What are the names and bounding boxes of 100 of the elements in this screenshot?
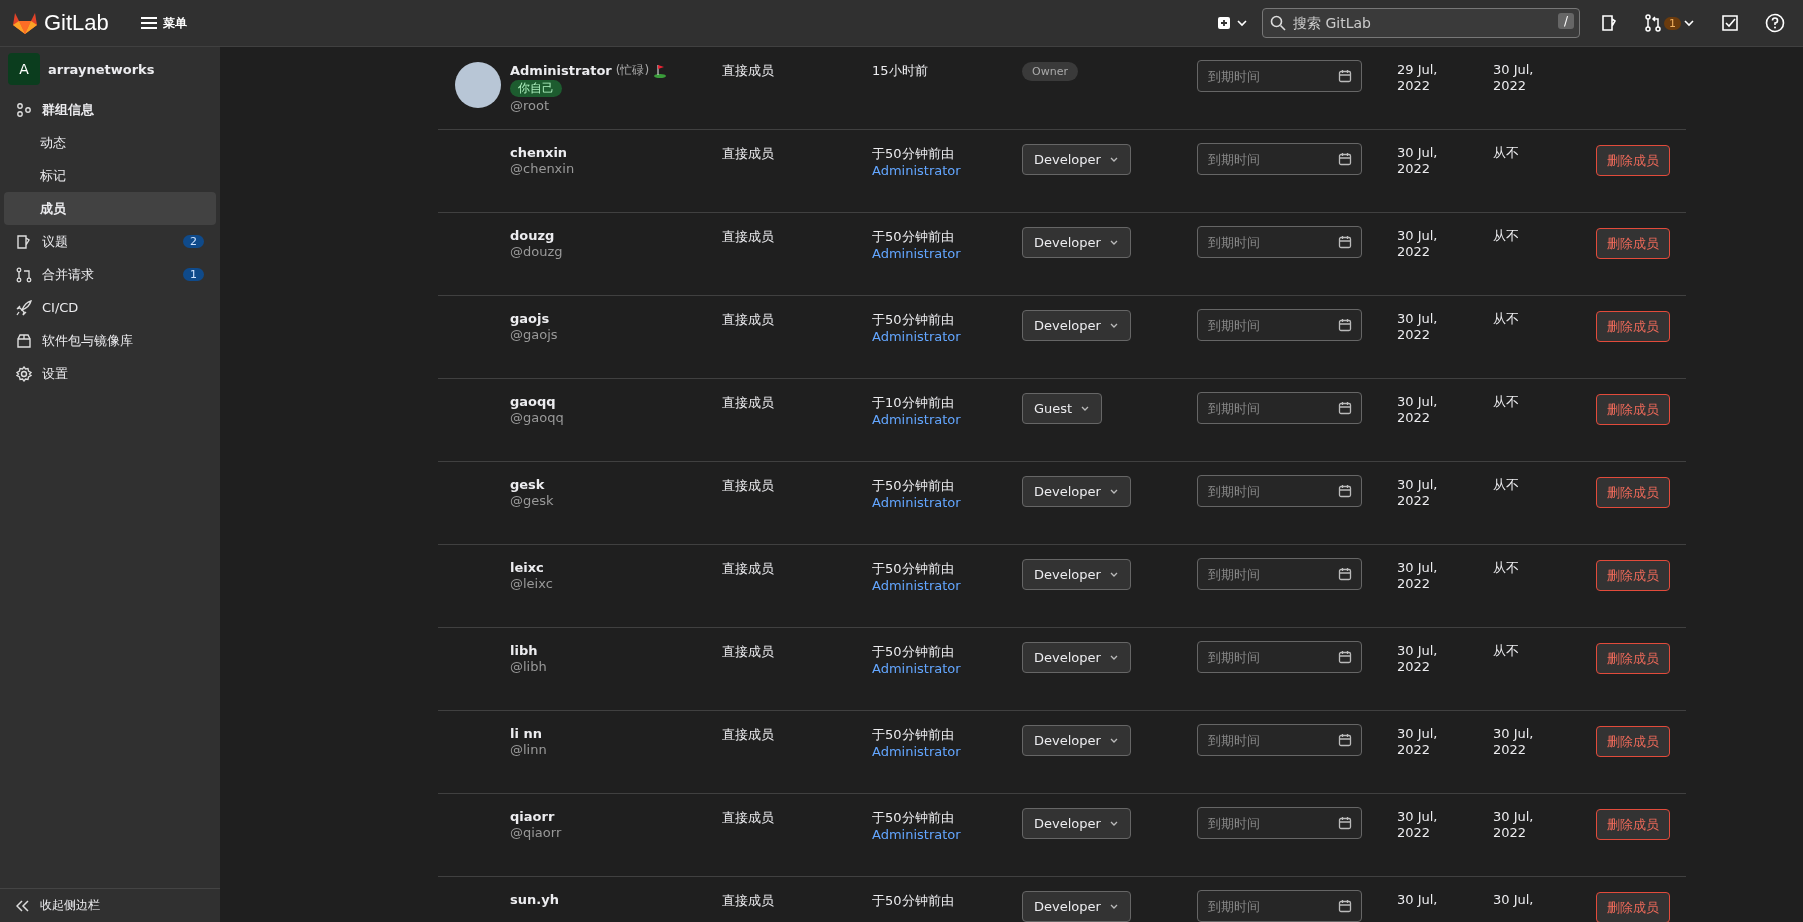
- merge-requests-dropdown[interactable]: 1: [1644, 14, 1695, 32]
- self-badge: 你自己: [510, 80, 562, 97]
- sidebar-item[interactable]: 议题 2: [4, 225, 216, 258]
- expiration-date-field[interactable]: 到期时间: [1197, 309, 1362, 341]
- access-granted: 于50分钟前由: [872, 643, 955, 661]
- role-dropdown[interactable]: Developer: [1022, 725, 1131, 756]
- user-name[interactable]: chenxin: [510, 145, 568, 160]
- sidebar-item[interactable]: 合并请求 1: [4, 258, 216, 291]
- expiration-date-field[interactable]: 到期时间: [1197, 392, 1362, 424]
- role-dropdown[interactable]: Developer: [1022, 310, 1131, 341]
- sidebar-item[interactable]: 软件包与镜像库: [4, 324, 216, 357]
- membership-source: 直接成员: [722, 727, 774, 742]
- expiration-date-field[interactable]: 到期时间: [1197, 475, 1362, 507]
- access-granted: 于50分钟前由: [872, 477, 955, 495]
- group-icon: [16, 101, 32, 118]
- role-dropdown[interactable]: Developer: [1022, 891, 1131, 922]
- username: @douzg: [510, 244, 563, 259]
- expiration-date-field[interactable]: 到期时间: [1197, 226, 1362, 258]
- expiration-date-field[interactable]: 到期时间: [1197, 807, 1362, 839]
- granted-by-link[interactable]: Administrator: [872, 329, 1022, 344]
- remove-member-button[interactable]: 删除成员: [1596, 145, 1670, 176]
- granted-by-link[interactable]: Administrator: [872, 744, 1022, 759]
- remove-member-button[interactable]: 删除成员: [1596, 892, 1670, 922]
- fox-logo-icon[interactable]: [12, 11, 38, 35]
- caret-icon: [1108, 156, 1119, 163]
- last-activity: 从不: [1493, 145, 1519, 160]
- role-dropdown[interactable]: Developer: [1022, 476, 1131, 507]
- remove-member-button[interactable]: 删除成员: [1596, 809, 1670, 840]
- new-dropdown[interactable]: [1218, 16, 1248, 30]
- sidebar-subitem[interactable]: 成员: [4, 192, 216, 225]
- user-name[interactable]: Administrator: [510, 63, 612, 78]
- granted-by-link[interactable]: Administrator: [872, 661, 1022, 676]
- menu-button[interactable]: 菜单: [134, 13, 193, 33]
- settings-icon: [16, 365, 32, 382]
- role-dropdown[interactable]: Developer: [1022, 808, 1131, 839]
- created-date: 30 Jul, 2022: [1397, 228, 1438, 259]
- granted-by-link[interactable]: Administrator: [872, 163, 1022, 178]
- remove-member-button[interactable]: 删除成员: [1596, 394, 1670, 425]
- user-name[interactable]: douzg: [510, 228, 555, 243]
- help-icon[interactable]: [1765, 13, 1785, 33]
- collapse-sidebar-button[interactable]: 收起侧边栏: [0, 888, 220, 922]
- sidebar-item[interactable]: 群组信息: [4, 93, 216, 126]
- sidebar-subitem[interactable]: 标记: [4, 159, 216, 192]
- user-name[interactable]: libh: [510, 643, 538, 658]
- expiration-date-field[interactable]: 到期时间: [1197, 890, 1362, 922]
- username: @libh: [510, 659, 547, 674]
- package-icon: [16, 332, 32, 349]
- remove-member-button[interactable]: 删除成员: [1596, 477, 1670, 508]
- sidebar-item[interactable]: CI/CD: [4, 291, 216, 324]
- caret-icon: [1108, 322, 1119, 329]
- granted-by-link[interactable]: Administrator: [872, 827, 1022, 842]
- last-activity: 从不: [1493, 228, 1519, 243]
- created-date: 30 Jul, 2022: [1397, 809, 1438, 840]
- sidebar-subitem[interactable]: 动态: [4, 126, 216, 159]
- created-date: 30 Jul, 2022: [1397, 311, 1438, 342]
- user-name[interactable]: gaoqq: [510, 394, 556, 409]
- double-chevron-icon: [16, 899, 30, 912]
- user-name[interactable]: leixc: [510, 560, 544, 575]
- calendar-icon: [1338, 235, 1352, 249]
- last-activity: 30 Jul,: [1493, 892, 1534, 907]
- count-badge: 1: [1664, 16, 1681, 30]
- brand-name[interactable]: GitLab: [44, 10, 109, 36]
- remove-member-button[interactable]: 删除成员: [1596, 560, 1670, 591]
- role-dropdown[interactable]: Developer: [1022, 144, 1131, 175]
- expiration-date-field[interactable]: 到期时间: [1197, 60, 1362, 92]
- caret-icon: [1683, 19, 1695, 27]
- todo-icon[interactable]: [1721, 14, 1739, 32]
- expiration-date-field[interactable]: 到期时间: [1197, 558, 1362, 590]
- granted-by-link[interactable]: Administrator: [872, 495, 1022, 510]
- remove-member-button[interactable]: 删除成员: [1596, 311, 1670, 342]
- access-granted: 于50分钟前由: [872, 892, 955, 910]
- issues-icon[interactable]: [1600, 14, 1618, 32]
- granted-by-link[interactable]: Administrator: [872, 578, 1022, 593]
- role-dropdown[interactable]: Guest: [1022, 393, 1103, 424]
- username: @gaojs: [510, 327, 558, 342]
- sidebar-item[interactable]: 设置: [4, 357, 216, 390]
- user-name[interactable]: gaojs: [510, 311, 550, 326]
- username: @gaoqq: [510, 410, 564, 425]
- role-dropdown[interactable]: Developer: [1022, 227, 1131, 258]
- created-date: 30 Jul, 2022: [1397, 560, 1438, 591]
- expiration-date-field[interactable]: 到期时间: [1197, 724, 1362, 756]
- role-dropdown[interactable]: Developer: [1022, 559, 1131, 590]
- user-name[interactable]: li nn: [510, 726, 542, 741]
- expiration-date-field[interactable]: 到期时间: [1197, 641, 1362, 673]
- role-dropdown[interactable]: Developer: [1022, 642, 1131, 673]
- group-name[interactable]: arraynetworks: [48, 61, 155, 77]
- user-name[interactable]: qiaorr: [510, 809, 555, 824]
- user-name[interactable]: gesk: [510, 477, 545, 492]
- remove-member-button[interactable]: 删除成员: [1596, 726, 1670, 757]
- granted-by-link[interactable]: Administrator: [872, 412, 1022, 427]
- group-avatar[interactable]: A: [8, 53, 40, 85]
- remove-member-button[interactable]: 删除成员: [1596, 643, 1670, 674]
- remove-member-button[interactable]: 删除成员: [1596, 228, 1670, 259]
- rocket-icon: [16, 299, 32, 316]
- granted-by-link[interactable]: Administrator: [872, 246, 1022, 261]
- calendar-icon: [1338, 567, 1352, 581]
- user-name[interactable]: sun.yh: [510, 892, 559, 907]
- membership-source: 直接成员: [722, 893, 774, 908]
- caret-icon: [1108, 239, 1119, 246]
- expiration-date-field[interactable]: 到期时间: [1197, 143, 1362, 175]
